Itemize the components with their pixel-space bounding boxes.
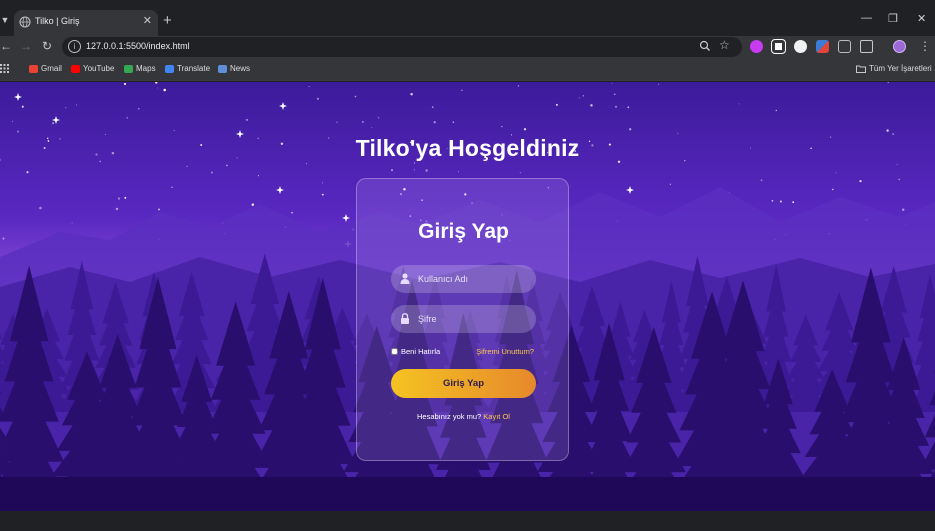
bookmark-maps[interactable]: Maps [124, 64, 156, 73]
apps-grid-icon[interactable] [0, 64, 9, 73]
bookmarks-bar: Gmail YouTube Maps Translate News Tüm Ye… [0, 59, 935, 81]
signup-prompt: Hesabınız yok mu? Kayıt Ol [357, 412, 570, 421]
remember-checkbox[interactable] [391, 348, 398, 355]
tab-close-icon[interactable]: ✕ [143, 14, 152, 27]
profile-avatar[interactable] [893, 40, 906, 53]
user-icon [400, 273, 410, 284]
extension-icon[interactable] [794, 40, 807, 53]
bookmark-youtube[interactable]: YouTube [71, 64, 114, 73]
bookmark-label: YouTube [83, 64, 115, 73]
remember-label: Beni Hatırla [401, 347, 441, 356]
all-bookmarks-label: Tüm Yer İşaretleri [869, 64, 932, 73]
forgot-password-link[interactable]: Şifremi Unuttum? [476, 347, 534, 356]
login-button[interactable]: Giriş Yap [391, 369, 536, 398]
lock-icon [401, 313, 409, 324]
restore-button[interactable]: ❐ [888, 12, 898, 25]
browser-toolbar: ← → ↻ i 127.0.0.1:5500/index.html ☆ ⋮ [0, 36, 935, 59]
close-window-button[interactable]: ✕ [917, 12, 926, 25]
tab-search-icon[interactable]: ▼ [0, 10, 10, 30]
remember-me[interactable]: Beni Hatırla [391, 347, 440, 356]
forward-icon[interactable]: → [20, 39, 32, 53]
folder-icon [856, 65, 866, 73]
card-title: Giriş Yap [418, 220, 509, 243]
username-field[interactable] [391, 265, 536, 293]
password-input[interactable] [418, 305, 530, 333]
browser-window: ▼ Tilko | Giriş ✕ + — ❐ ✕ ← → ↻ i 127.0.… [0, 0, 935, 531]
back-icon[interactable]: ← [0, 39, 12, 53]
minimize-button[interactable]: — [861, 12, 872, 24]
window-bottom-edge [0, 511, 935, 531]
extension-icon[interactable] [771, 39, 786, 54]
tab-strip: ▼ Tilko | Giriş ✕ + — ❐ ✕ [0, 0, 935, 36]
site-info-icon[interactable]: i [68, 40, 81, 53]
gmail-icon [29, 64, 38, 73]
news-icon [218, 64, 227, 73]
globe-icon [19, 16, 31, 28]
bookmark-label: Gmail [41, 64, 62, 73]
extension-icon[interactable] [750, 40, 763, 53]
youtube-icon [71, 64, 80, 73]
bookmark-gmail[interactable]: Gmail [29, 64, 62, 73]
login-page: Tilko'ya Hoşgeldiniz Giriş Yap Beni [0, 82, 935, 511]
bookmark-label: Maps [136, 64, 156, 73]
bookmark-label: Translate [177, 64, 211, 73]
maps-icon [124, 64, 133, 73]
signup-prompt-text: Hesabınız yok mu? [417, 412, 482, 421]
extension-icon[interactable] [816, 40, 829, 53]
username-input[interactable] [418, 265, 530, 293]
url-text[interactable]: 127.0.0.1:5500/index.html [86, 41, 190, 51]
bookmark-translate[interactable]: Translate [165, 64, 210, 73]
reload-icon[interactable]: ↻ [42, 39, 52, 53]
menu-kebab-icon[interactable]: ⋮ [919, 39, 931, 53]
tab-title: Tilko | Giriş [35, 16, 80, 26]
extensions-puzzle-icon[interactable] [860, 40, 873, 53]
bookmark-label: News [230, 64, 251, 73]
zoom-icon[interactable] [699, 39, 711, 53]
tab-active[interactable]: Tilko | Giriş ✕ [14, 10, 158, 36]
extension-icon[interactable] [838, 40, 851, 53]
signup-link[interactable]: Kayıt Ol [483, 412, 510, 421]
new-tab-button[interactable]: + [163, 13, 172, 28]
bookmark-star-icon[interactable]: ☆ [719, 38, 730, 52]
bookmark-news[interactable]: News [218, 64, 250, 73]
translate-icon [165, 64, 174, 73]
login-card: Giriş Yap Beni Hatırla Şifremi Unu [356, 178, 569, 461]
address-bar[interactable]: i 127.0.0.1:5500/index.html ☆ [62, 37, 742, 57]
password-field[interactable] [391, 305, 536, 333]
page-heading: Tilko'ya Hoşgeldiniz [355, 135, 580, 161]
all-bookmarks[interactable]: Tüm Yer İşaretleri [856, 64, 932, 73]
